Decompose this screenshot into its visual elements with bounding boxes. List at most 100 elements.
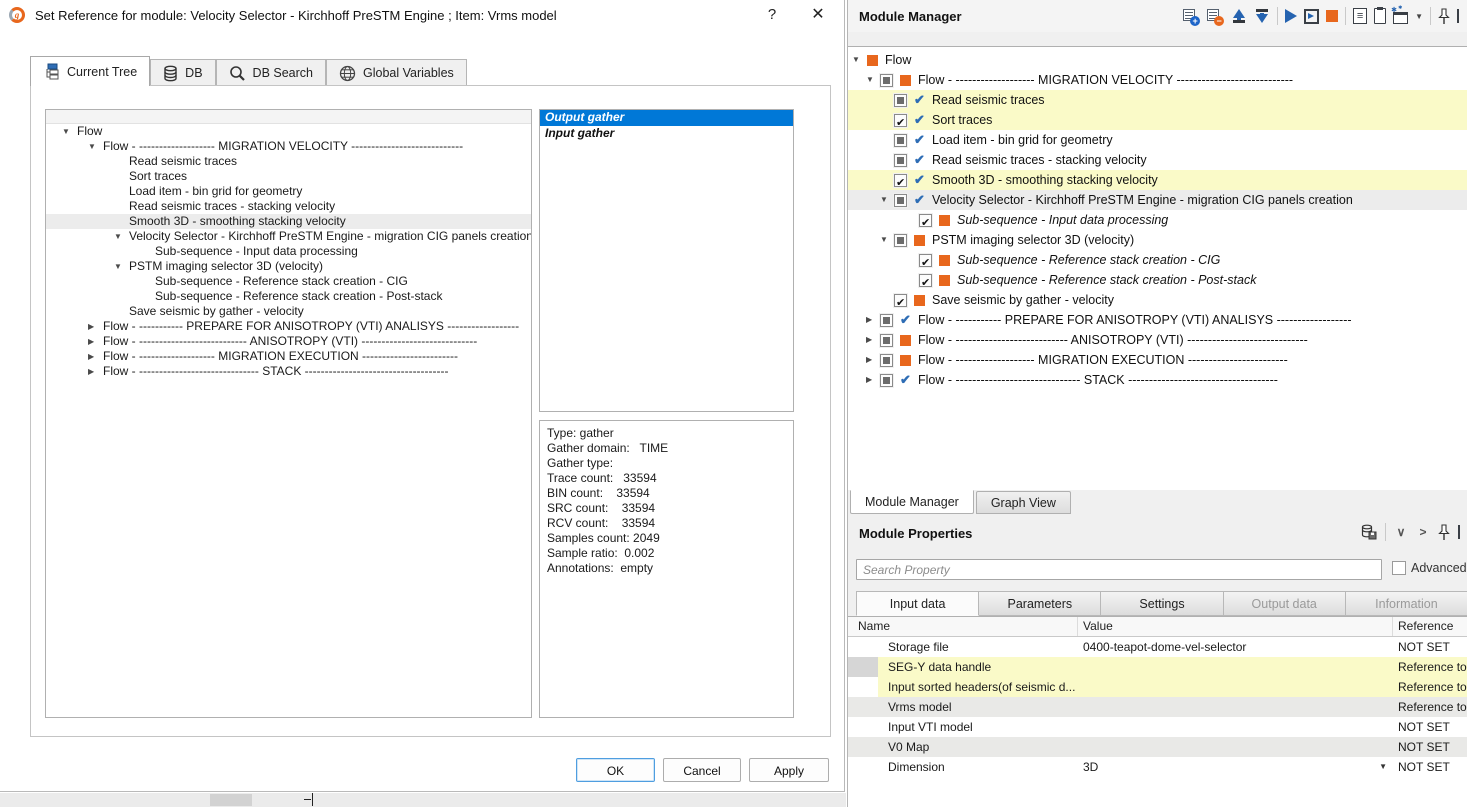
dialog-tree-item[interactable]: ▶Flow - ------------------- MIGRATION EX… [46, 349, 531, 364]
ok-button[interactable]: OK [576, 758, 655, 782]
module-checkbox-checked[interactable] [894, 174, 907, 187]
cancel-button[interactable]: Cancel [663, 758, 741, 782]
column-header-reference[interactable]: Reference [1393, 617, 1467, 636]
property-tab-parameters[interactable]: Parameters [979, 591, 1101, 616]
expanded-arrow-icon[interactable]: ▼ [880, 230, 894, 250]
module-tree-item[interactable]: ▼✔Velocity Selector - Kirchhoff PreSTM E… [848, 190, 1467, 210]
module-checkbox-partial[interactable] [894, 194, 907, 207]
module-checkbox-checked[interactable] [894, 114, 907, 127]
pin-icon[interactable] [1438, 8, 1450, 25]
move-up-icon[interactable] [1231, 8, 1247, 24]
expanded-arrow-icon[interactable]: ▼ [114, 229, 129, 244]
add-module-icon[interactable]: + [1183, 9, 1200, 23]
pin-icon[interactable] [1438, 524, 1450, 541]
property-value[interactable] [1078, 737, 1393, 757]
dropdown-arrow-icon[interactable]: ▼ [1379, 757, 1387, 777]
module-checkbox-partial[interactable] [880, 374, 893, 387]
table-row[interactable]: Dimension3D▼NOT SET [848, 757, 1467, 777]
dialog-tree-item[interactable]: Save seismic by gather - velocity [46, 304, 531, 319]
dialog-tree-item[interactable]: Load item - bin grid for geometry [46, 184, 531, 199]
module-checkbox-checked[interactable] [919, 214, 932, 227]
help-button[interactable]: ? [757, 4, 787, 26]
chevron-right-icon[interactable]: > [1416, 525, 1430, 539]
module-tree-item[interactable]: ✔Smooth 3D - smoothing stacking velocity [848, 170, 1467, 190]
module-tree-item[interactable]: ▶Flow - --------------------------- ANIS… [848, 330, 1467, 350]
property-value[interactable]: 3D▼ [1078, 757, 1393, 777]
bottom-tab-graph-view[interactable]: Graph View [976, 491, 1071, 514]
flow-tree-panel[interactable]: ▼Flow▼Flow - ------------------- MIGRATI… [45, 109, 532, 718]
dialog-tree-item[interactable]: ▶Flow - ----------- PREPARE FOR ANISOTRO… [46, 319, 531, 334]
property-value[interactable] [1078, 717, 1393, 737]
gather-list[interactable]: Output gatherInput gather [539, 109, 794, 412]
tab-current-tree[interactable]: Current Tree [30, 56, 150, 86]
gather-list-item[interactable]: Output gather [540, 110, 793, 126]
module-tree-item[interactable]: ▶✔Flow - ------------------------------ … [848, 370, 1467, 390]
module-tree-item[interactable]: ✔Read seismic traces [848, 90, 1467, 110]
module-tree-item[interactable]: ✔Sort traces [848, 110, 1467, 130]
dialog-tree-item[interactable]: ▶Flow - --------------------------- ANIS… [46, 334, 531, 349]
clipped-icon[interactable] [1457, 9, 1465, 23]
module-tree-item[interactable]: Sub-sequence - Reference stack creation … [848, 270, 1467, 290]
property-value[interactable]: 0400-teapot-dome-vel-selector [1078, 637, 1393, 657]
move-down-icon[interactable] [1254, 8, 1270, 24]
property-tab-information[interactable]: Information [1346, 591, 1467, 616]
dialog-tree-item[interactable]: ▼Flow - ------------------- MIGRATION VE… [46, 139, 531, 154]
dialog-tree-item[interactable]: Sub-sequence - Reference stack creation … [46, 289, 531, 304]
module-checkbox-partial[interactable] [894, 134, 907, 147]
collapsed-arrow-icon[interactable]: ▶ [88, 334, 103, 349]
module-tree-item[interactable]: ▼Flow - ------------------- MIGRATION VE… [848, 70, 1467, 90]
expanded-arrow-icon[interactable]: ▼ [88, 139, 103, 154]
tab-db[interactable]: DB [150, 59, 215, 86]
expanded-arrow-icon[interactable]: ▼ [852, 50, 866, 70]
expanded-arrow-icon[interactable]: ▼ [880, 190, 894, 210]
gather-list-item[interactable]: Input gather [540, 126, 793, 142]
dialog-tree-item[interactable]: Read seismic traces - stacking velocity [46, 199, 531, 214]
module-checkbox-partial[interactable] [894, 234, 907, 247]
collapsed-arrow-icon[interactable]: ▶ [88, 364, 103, 379]
dialog-tree-item[interactable]: Smooth 3D - smoothing stacking velocity [46, 214, 531, 229]
dialog-tree-item[interactable]: ▼Velocity Selector - Kirchhoff PreSTM En… [46, 229, 531, 244]
expanded-arrow-icon[interactable]: ▼ [62, 124, 77, 139]
module-tree-item[interactable]: Sub-sequence - Input data processing [848, 210, 1467, 230]
run-icon[interactable] [1285, 9, 1297, 23]
module-tree-item[interactable]: ▼PSTM imaging selector 3D (velocity) [848, 230, 1467, 250]
table-row[interactable]: Storage file0400-teapot-dome-vel-selecto… [848, 637, 1467, 657]
expanded-arrow-icon[interactable]: ▼ [114, 259, 129, 274]
property-value[interactable] [1078, 677, 1393, 697]
column-header-value[interactable]: Value [1078, 617, 1393, 636]
module-tree-item[interactable]: ▶Flow - ------------------- MIGRATION EX… [848, 350, 1467, 370]
property-tab-input-data[interactable]: Input data [856, 591, 979, 616]
apply-button[interactable]: Apply [749, 758, 829, 782]
collapsed-arrow-icon[interactable]: ▶ [866, 370, 880, 390]
close-button[interactable]: ✕ [803, 4, 833, 26]
advanced-checkbox[interactable] [1392, 561, 1406, 575]
module-tree-item[interactable]: Save seismic by gather - velocity [848, 290, 1467, 310]
property-value[interactable] [1078, 697, 1393, 717]
dialog-tree-item[interactable]: Sub-sequence - Input data processing [46, 244, 531, 259]
log-icon[interactable]: ≡ [1353, 8, 1367, 24]
module-checkbox-checked[interactable] [894, 294, 907, 307]
module-tree-item[interactable]: ✔Read seismic traces - stacking velocity [848, 150, 1467, 170]
module-checkbox-checked[interactable] [919, 274, 932, 287]
module-checkbox-checked[interactable] [919, 254, 932, 267]
module-tree-item[interactable]: ▼Flow [848, 50, 1467, 70]
dialog-tree-item[interactable]: ▼Flow [46, 124, 531, 139]
property-value[interactable] [1078, 657, 1393, 677]
remove-module-icon[interactable]: − [1207, 9, 1224, 23]
clipped-icon[interactable] [1458, 525, 1466, 539]
search-property-input[interactable] [856, 559, 1382, 580]
module-checkbox-partial[interactable] [880, 314, 893, 327]
new-window-icon[interactable] [1393, 9, 1408, 24]
table-row[interactable]: SEG-Y data handleReference to [848, 657, 1467, 677]
dialog-tree-item[interactable]: Read seismic traces [46, 154, 531, 169]
module-tree[interactable]: ▼Flow▼Flow - ------------------- MIGRATI… [848, 46, 1467, 490]
module-tree-item[interactable]: ✔Load item - bin grid for geometry [848, 130, 1467, 150]
collapsed-arrow-icon[interactable]: ▶ [88, 319, 103, 334]
tab-global-variables[interactable]: Global Variables [326, 59, 467, 86]
collapsed-arrow-icon[interactable]: ▶ [866, 310, 880, 330]
module-tree-item[interactable]: Sub-sequence - Reference stack creation … [848, 250, 1467, 270]
paste-icon[interactable] [1374, 8, 1386, 24]
module-checkbox-partial[interactable] [880, 334, 893, 347]
column-header-name[interactable]: Name [848, 617, 1078, 636]
property-tab-output-data[interactable]: Output data [1224, 591, 1346, 616]
